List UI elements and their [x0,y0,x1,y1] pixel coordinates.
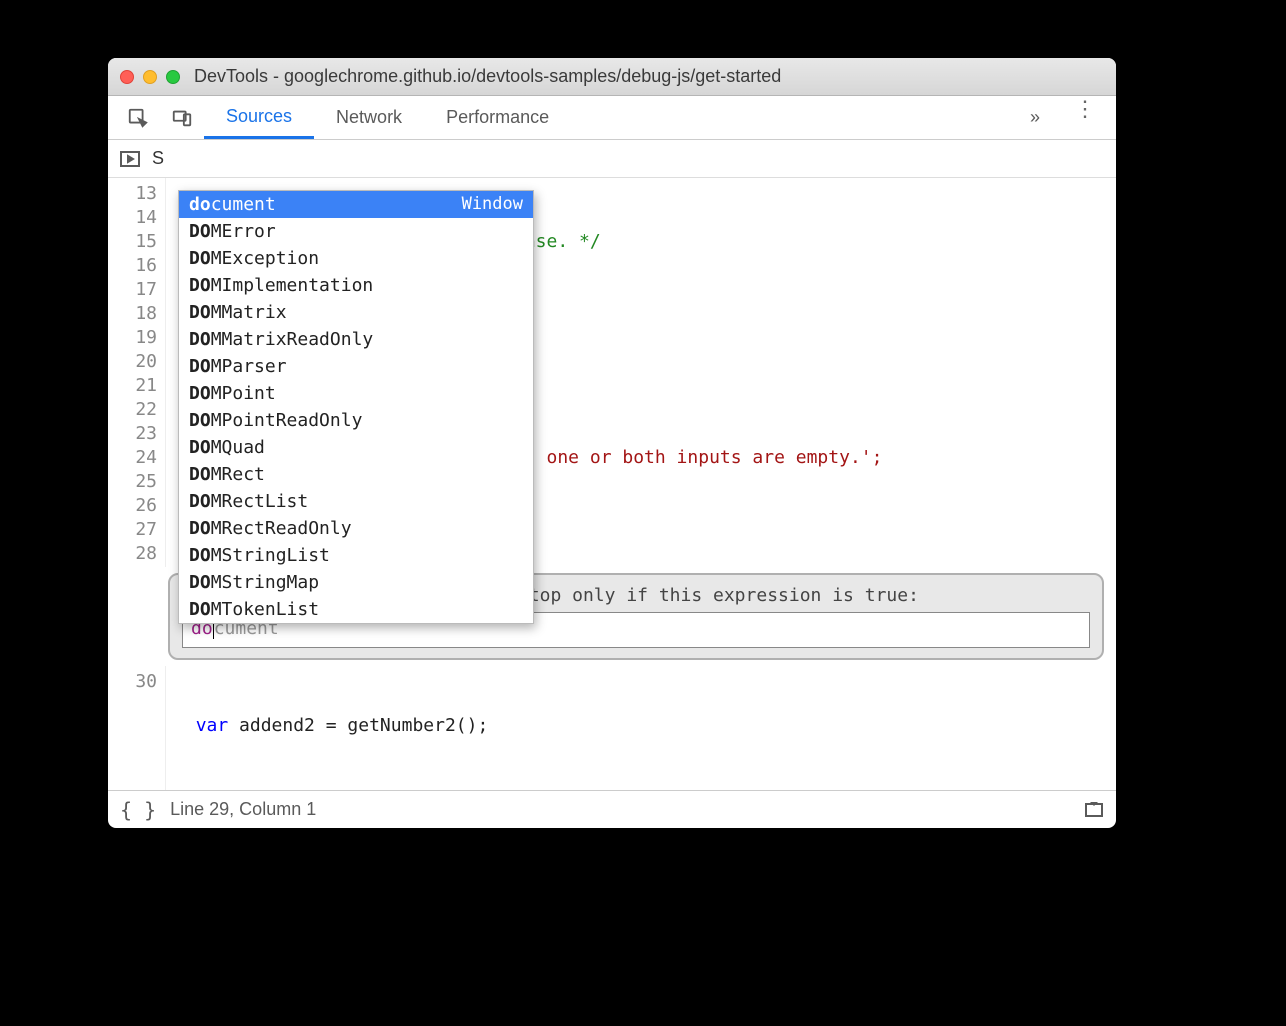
device-toolbar-icon[interactable] [160,96,204,139]
show-console-icon[interactable] [1084,800,1104,820]
tab-network[interactable]: Network [314,96,424,139]
devtools-window: DevTools - googlechrome.github.io/devtoo… [108,58,1116,828]
line-number[interactable]: 30 [108,670,157,694]
line-number[interactable]: 22 [108,398,157,422]
pretty-print-icon[interactable]: { } [120,798,156,822]
autocomplete-item[interactable]: DOMRectList [179,488,533,515]
autocomplete-item[interactable]: DOMError [179,218,533,245]
line-gutter: 30 [108,666,166,790]
code-text: r: one or both inputs are empty.'; [514,447,882,468]
autocomplete-type: Window [462,194,523,215]
tab-sources[interactable]: Sources [204,96,314,139]
autocomplete-item[interactable]: DOMMatrix [179,299,533,326]
window-title: DevTools - googlechrome.github.io/devtoo… [194,66,781,87]
line-number[interactable]: 29 [108,566,157,567]
line-number[interactable]: 16 [108,254,157,278]
autocomplete-item[interactable]: DOMRectReadOnly [179,515,533,542]
line-number[interactable]: 20 [108,350,157,374]
titlebar: DevTools - googlechrome.github.io/devtoo… [108,58,1116,96]
sources-panel: S 1314151617181920212223242526272829 ens… [108,140,1116,828]
devtools-tabs: SourcesNetworkPerformance » ⋮ [108,96,1116,140]
devtools-menu-icon[interactable]: ⋮ [1062,96,1108,139]
line-number[interactable]: 15 [108,230,157,254]
autocomplete-item[interactable]: DOMImplementation [179,272,533,299]
line-number[interactable]: 14 [108,206,157,230]
line-number[interactable]: 27 [108,518,157,542]
autocomplete-item[interactable]: DOMMatrixReadOnly [179,326,533,353]
line-number[interactable]: 23 [108,422,157,446]
autocomplete-item[interactable]: DOMStringMap [179,569,533,596]
line-number[interactable]: 25 [108,470,157,494]
line-number[interactable]: 19 [108,326,157,350]
autocomplete-item[interactable]: DOMQuad [179,434,533,461]
tabs-overflow-button[interactable]: » [1008,96,1062,139]
cursor-position: Line 29, Column 1 [170,799,316,820]
line-number[interactable]: 28 [108,542,157,566]
code-text: var [196,715,229,736]
filename-fragment: S [152,148,164,169]
window-controls [120,70,180,84]
tab-performance[interactable]: Performance [424,96,571,139]
autocomplete-item[interactable]: documentWindow [179,191,533,218]
autocomplete-item[interactable]: DOMParser [179,353,533,380]
autocomplete-popup[interactable]: documentWindowDOMErrorDOMExceptionDOMImp… [178,190,534,624]
autocomplete-item[interactable]: DOMPointReadOnly [179,407,533,434]
line-gutter: 1314151617181920212223242526272829 [108,178,166,567]
statusbar: { } Line 29, Column 1 [108,790,1116,828]
line-number[interactable]: 13 [108,182,157,206]
line-number[interactable]: 17 [108,278,157,302]
autocomplete-item[interactable]: DOMStringList [179,542,533,569]
code-text: getNumber2 [347,715,455,736]
line-number[interactable]: 18 [108,302,157,326]
autocomplete-item[interactable]: DOMException [179,245,533,272]
autocomplete-item[interactable]: DOMPoint [179,380,533,407]
autocomplete-item[interactable]: DOMTokenList [179,596,533,623]
line-number[interactable]: 21 [108,374,157,398]
minimize-window-button[interactable] [143,70,157,84]
inspect-element-icon[interactable] [116,96,160,139]
close-window-button[interactable] [120,70,134,84]
sources-toolbar: S [108,140,1116,178]
line-number[interactable]: 24 [108,446,157,470]
line-number[interactable]: 26 [108,494,157,518]
code-after-breakpoint: 30 var addend2 = getNumber2(); [108,666,1116,790]
debugger-step-icon[interactable] [118,147,142,171]
zoom-window-button[interactable] [166,70,180,84]
autocomplete-item[interactable]: DOMRect [179,461,533,488]
